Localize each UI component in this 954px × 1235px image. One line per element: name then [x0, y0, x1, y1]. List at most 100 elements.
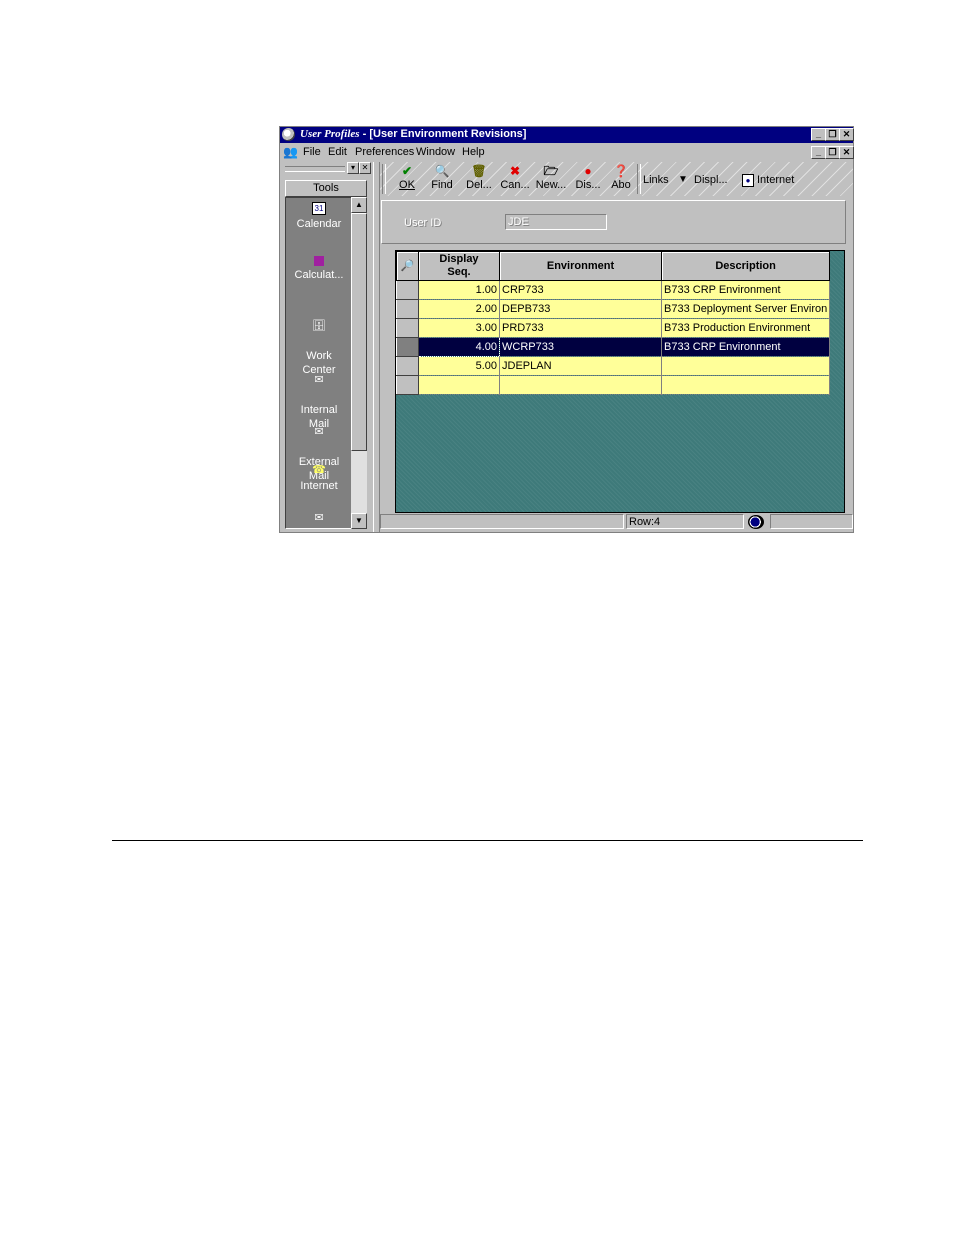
find-button[interactable]: 🔍 Find: [423, 165, 461, 191]
cancel-button[interactable]: ✖ Can...: [496, 165, 534, 191]
panel-grip[interactable]: [285, 166, 345, 172]
tools-scrollbar[interactable]: ▲ ▼: [351, 197, 367, 529]
new-folder-icon: 🗁: [543, 164, 559, 178]
cell-environment[interactable]: JDEPLAN: [499, 356, 662, 376]
cell-display-seq[interactable]: 4.00: [418, 337, 500, 357]
trash-icon: 🗑: [471, 164, 487, 178]
globe-icon: [748, 515, 764, 529]
col-header-environment[interactable]: Environment: [499, 251, 662, 281]
row-selector[interactable]: [396, 356, 419, 376]
environment-grid[interactable]: 🔎 Display Seq. Environment Description 1…: [395, 250, 845, 513]
cell-description[interactable]: [661, 356, 831, 376]
window-title: User Profiles - [User Environment Revisi…: [300, 128, 527, 140]
cell-display-seq[interactable]: 5.00: [418, 356, 500, 376]
scroll-thumb[interactable]: [351, 213, 367, 451]
cell-description[interactable]: B733 Deployment Server Environ: [661, 299, 831, 319]
menu-window[interactable]: Window: [416, 146, 455, 158]
cell-description[interactable]: B733 Production Environment: [661, 318, 831, 338]
header-form: User ID: [381, 200, 846, 244]
menu-bar: 👥 File Edit Preferences Window Help _ ❐ …: [280, 144, 854, 160]
form-toolbar: ✔ OK 🔍 Find 🗑 Del... ✖ Can... 🗁 New... ●: [380, 162, 853, 196]
ok-button[interactable]: ✔ OK: [388, 165, 426, 191]
cell-description[interactable]: B733 CRP Environment: [661, 337, 831, 357]
table-row[interactable]: 1.00 CRP733 B733 CRP Environment: [396, 280, 831, 300]
user-environment-revisions-window: User Profiles - [User Environment Revisi…: [279, 126, 854, 533]
menu-edit[interactable]: Edit: [328, 146, 347, 158]
dropdown-arrow-icon[interactable]: ▼: [678, 174, 688, 185]
app-globe-icon[interactable]: [282, 128, 295, 141]
cell-display-seq[interactable]: [418, 375, 500, 395]
user-id-field[interactable]: [505, 214, 607, 230]
cell-display-seq[interactable]: 3.00: [418, 318, 500, 338]
checkmark-icon: ✔: [401, 164, 413, 178]
internet-page-icon: ●: [742, 174, 754, 187]
status-pane-message: [380, 514, 624, 529]
table-row[interactable]: 5.00 JDEPLAN: [396, 356, 831, 376]
cell-description[interactable]: [661, 375, 831, 395]
cell-description[interactable]: B733 CRP Environment: [661, 280, 831, 300]
toolbar-separator: [382, 164, 386, 194]
tool-calculator[interactable]: Calculat...: [286, 256, 352, 282]
panel-splitter[interactable]: [373, 162, 380, 532]
delete-button[interactable]: 🗑 Del...: [460, 165, 498, 191]
calendar-icon: 31: [312, 202, 326, 215]
links-button[interactable]: Links: [643, 174, 669, 186]
row-selector[interactable]: [396, 375, 419, 395]
close-button[interactable]: ✕: [839, 128, 854, 141]
external-mail-icon: ✉: [314, 426, 324, 438]
child-minimize-button[interactable]: _: [811, 146, 826, 159]
grid-table: 🔎 Display Seq. Environment Description 1…: [396, 251, 831, 395]
tools-list: 31 Calendar Calculat... 🗄 Work Center ✉ …: [285, 197, 353, 529]
cell-environment[interactable]: PRD733: [499, 318, 662, 338]
cell-environment[interactable]: [499, 375, 662, 395]
scroll-down-button[interactable]: ▼: [351, 513, 367, 529]
tool-internet[interactable]: ☎ Internet: [286, 464, 352, 493]
row-selector[interactable]: [396, 318, 419, 338]
status-pane-extra: [770, 514, 853, 529]
col-header-description[interactable]: Description: [660, 251, 831, 281]
menu-help[interactable]: Help: [462, 146, 485, 158]
cell-environment[interactable]: WCRP733: [499, 337, 662, 357]
panel-menu-button[interactable]: ▾: [347, 162, 359, 174]
new-button[interactable]: 🗁 New...: [532, 165, 570, 191]
table-row-selected[interactable]: 4.00 WCRP733 B733 CRP Environment: [396, 337, 831, 357]
find-icon: 🔍: [434, 164, 450, 178]
panel-close-button[interactable]: ✕: [359, 162, 371, 174]
tools-header: Tools: [285, 180, 367, 197]
restore-button[interactable]: ❐: [825, 128, 840, 141]
menu-preferences[interactable]: Preferences: [355, 146, 414, 158]
minimize-button[interactable]: _: [811, 128, 826, 141]
internet-icon: ☎: [312, 464, 326, 476]
title-bar: User Profiles - [User Environment Revisi…: [280, 127, 854, 143]
col-header-display-seq[interactable]: Display Seq.: [418, 251, 500, 281]
users-icon[interactable]: 👥: [283, 145, 298, 159]
child-restore-button[interactable]: ❐: [825, 146, 840, 159]
row-selector[interactable]: [396, 337, 419, 357]
menu-file[interactable]: File: [303, 146, 321, 158]
table-row-empty[interactable]: [396, 375, 831, 395]
form-area: ✔ OK 🔍 Find 🗑 Del... ✖ Can... 🗁 New... ●: [380, 162, 853, 532]
internal-mail-icon: ✉: [314, 374, 324, 386]
cancel-x-icon: ✖: [509, 164, 521, 178]
cell-environment[interactable]: DEPB733: [499, 299, 662, 319]
cell-display-seq[interactable]: 2.00: [418, 299, 500, 319]
calculator-icon: [314, 256, 324, 266]
about-icon: ❓: [613, 164, 629, 178]
tool-calendar[interactable]: 31 Calendar: [286, 202, 352, 231]
table-row[interactable]: 2.00 DEPB733 B733 Deployment Server Envi…: [396, 299, 831, 319]
mail-icon: ✉: [314, 512, 324, 524]
table-row[interactable]: 3.00 PRD733 B733 Production Environment: [396, 318, 831, 338]
grid-row-header-icon[interactable]: 🔎: [396, 251, 419, 281]
about-button[interactable]: ❓ Abo: [602, 165, 640, 191]
child-close-button[interactable]: ✕: [839, 146, 854, 159]
row-selector[interactable]: [396, 299, 419, 319]
cell-display-seq[interactable]: 1.00: [418, 280, 500, 300]
user-id-label: User ID: [404, 217, 442, 229]
cell-environment[interactable]: CRP733: [499, 280, 662, 300]
scroll-up-button[interactable]: ▲: [351, 197, 367, 213]
row-selector[interactable]: [396, 280, 419, 300]
internet-button[interactable]: Internet: [757, 174, 794, 186]
tool-mail[interactable]: ✉: [286, 512, 352, 527]
tools-panel: ▾ ✕ Tools 31 Calendar Calculat... 🗄 Work…: [283, 162, 371, 529]
displ-button[interactable]: Displ...: [694, 174, 728, 186]
